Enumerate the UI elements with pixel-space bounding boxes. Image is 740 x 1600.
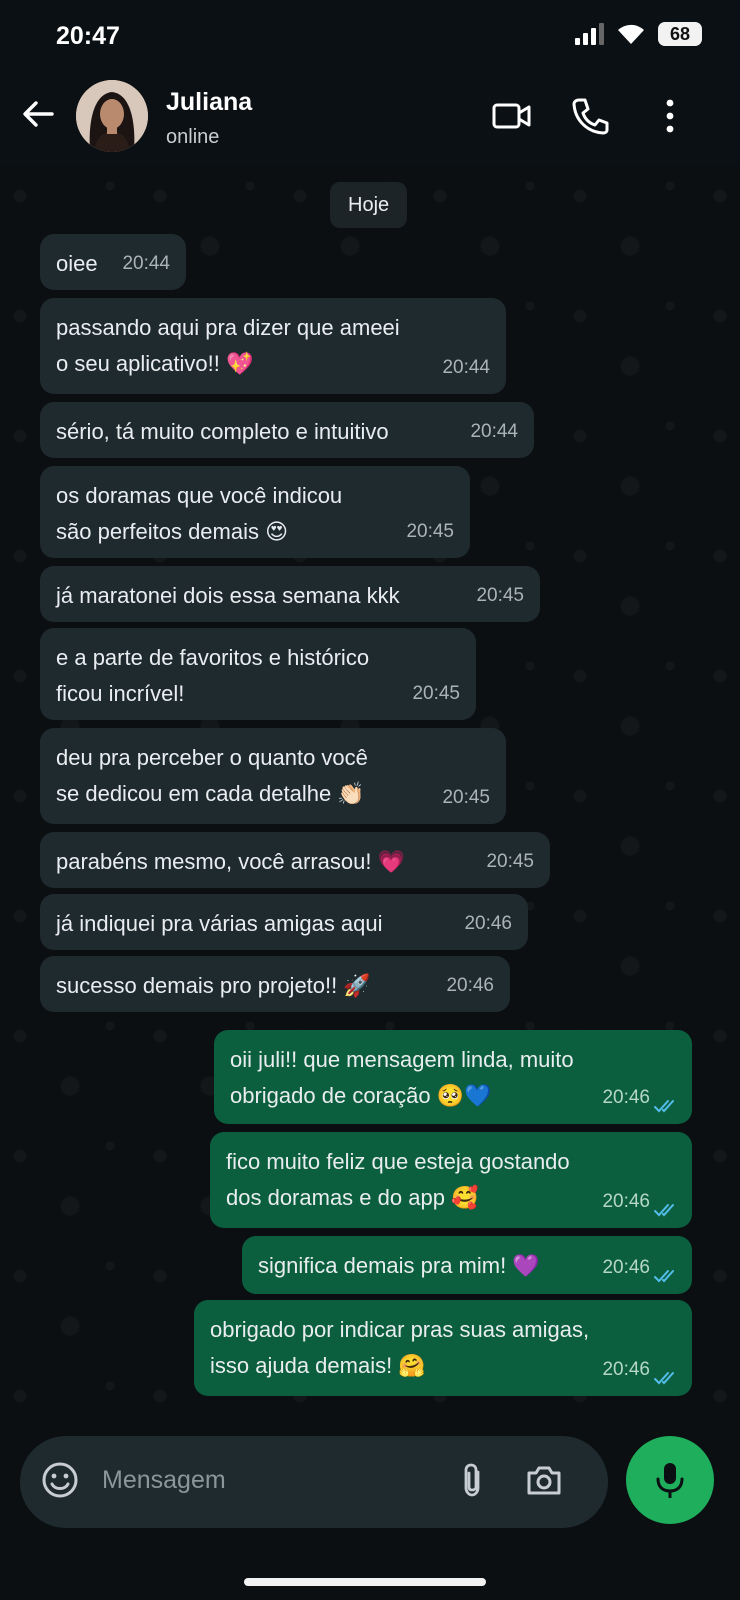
contact-name[interactable]: Juliana bbox=[166, 88, 252, 117]
message-bubble-outgoing[interactable]: significa demais pra mim! 💜 20:46 bbox=[242, 1236, 692, 1294]
message-time: 20:46 bbox=[446, 975, 494, 996]
video-call-icon[interactable] bbox=[490, 94, 534, 138]
message-time: 20:46 bbox=[464, 913, 512, 934]
message-bubble-incoming[interactable]: já maratonei dois essa semana kkk 20:45 bbox=[40, 566, 540, 622]
message-text: obrigado por indicar pras suas amigas, i… bbox=[210, 1317, 590, 1378]
message-bubble-outgoing[interactable]: fico muito feliz que esteja gostando dos… bbox=[210, 1132, 692, 1228]
message-text: fico muito feliz que esteja gostando dos… bbox=[226, 1149, 570, 1210]
camera-icon[interactable] bbox=[524, 1460, 564, 1500]
message-time: 20:44 bbox=[442, 357, 490, 378]
double-check-icon bbox=[654, 1100, 674, 1113]
message-bubble-incoming[interactable]: parabéns mesmo, você arrasou! 💗 20:45 bbox=[40, 832, 550, 888]
message-bubble-incoming[interactable]: já indiquei pra várias amigas aqui 20:46 bbox=[40, 894, 528, 950]
message-time: 20:45 bbox=[406, 521, 454, 542]
battery-indicator: 68 bbox=[658, 22, 702, 46]
message-text: já indiquei pra várias amigas aqui bbox=[56, 911, 383, 936]
message-bubble-incoming[interactable]: sério, tá muito completo e intuitivo 20:… bbox=[40, 402, 534, 458]
chat-area[interactable]: Hoje oiee 20:44 passando aqui pra dizer … bbox=[0, 166, 740, 1420]
double-check-icon bbox=[654, 1270, 674, 1283]
message-text: já maratonei dois essa semana kkk bbox=[56, 583, 400, 608]
message-text: passando aqui pra dizer que ameei o seu … bbox=[56, 315, 400, 376]
wifi-icon bbox=[618, 24, 644, 44]
message-text: parabéns mesmo, você arrasou! 💗 bbox=[56, 849, 405, 874]
message-text: oii juli!! que mensagem linda, muito obr… bbox=[230, 1047, 574, 1108]
emoji-icon[interactable] bbox=[40, 1460, 80, 1500]
message-bubble-incoming[interactable]: passando aqui pra dizer que ameei o seu … bbox=[40, 298, 506, 394]
message-time: 20:46 bbox=[602, 1257, 650, 1278]
message-time: 20:45 bbox=[476, 585, 524, 606]
home-indicator bbox=[244, 1578, 486, 1586]
message-time: 20:46 bbox=[602, 1191, 650, 1212]
message-bubble-incoming[interactable]: oiee 20:44 bbox=[40, 234, 186, 290]
message-text: os doramas que você indicou são perfeito… bbox=[56, 483, 343, 544]
message-bubble-incoming[interactable]: sucesso demais pro projeto!! 🚀 20:46 bbox=[40, 956, 510, 1012]
status-bar: 20:47 68 bbox=[0, 0, 740, 74]
avatar[interactable] bbox=[76, 80, 148, 152]
avatar-image bbox=[76, 80, 148, 152]
message-text: sério, tá muito completo e intuitivo bbox=[56, 419, 389, 444]
message-time: 20:44 bbox=[122, 253, 170, 274]
message-bubble-incoming[interactable]: e a parte de favoritos e histórico ficou… bbox=[40, 628, 476, 720]
message-text: deu pra perceber o quanto você se dedico… bbox=[56, 745, 368, 806]
contact-status: online bbox=[166, 126, 220, 148]
message-text: significa demais pra mim! 💜 bbox=[258, 1253, 540, 1278]
date-chip: Hoje bbox=[330, 182, 408, 228]
phone-icon[interactable] bbox=[568, 94, 612, 138]
double-check-icon bbox=[654, 1204, 674, 1217]
message-time: 20:45 bbox=[412, 683, 460, 704]
signal-icon bbox=[575, 23, 604, 45]
message-time: 20:45 bbox=[442, 787, 490, 808]
double-check-icon bbox=[654, 1372, 674, 1385]
message-text: oiee bbox=[56, 251, 98, 276]
message-bubble-incoming[interactable]: deu pra perceber o quanto você se dedico… bbox=[40, 728, 506, 824]
message-composer[interactable]: Mensagem bbox=[20, 1436, 608, 1528]
chat-header: Juliana online bbox=[0, 74, 740, 166]
mic-icon bbox=[656, 1463, 684, 1498]
mic-button[interactable] bbox=[626, 1436, 714, 1524]
message-bubble-outgoing[interactable]: oii juli!! que mensagem linda, muito obr… bbox=[214, 1030, 692, 1124]
status-icons: 68 bbox=[574, 22, 702, 46]
message-time: 20:45 bbox=[486, 851, 534, 872]
message-bubble-outgoing[interactable]: obrigado por indicar pras suas amigas, i… bbox=[194, 1300, 692, 1396]
message-text: sucesso demais pro projeto!! 🚀 bbox=[56, 973, 371, 998]
message-time: 20:44 bbox=[470, 421, 518, 442]
more-vert-icon[interactable] bbox=[648, 94, 692, 138]
message-text: e a parte de favoritos e histórico ficou… bbox=[56, 645, 370, 706]
message-time: 20:46 bbox=[602, 1359, 650, 1380]
arrow-left-icon[interactable] bbox=[18, 94, 58, 134]
message-input[interactable]: Mensagem bbox=[102, 1466, 226, 1495]
message-time: 20:46 bbox=[602, 1087, 650, 1108]
message-bubble-incoming[interactable]: os doramas que você indicou são perfeito… bbox=[40, 466, 470, 558]
status-time: 20:47 bbox=[56, 22, 120, 50]
paperclip-icon[interactable] bbox=[452, 1460, 492, 1500]
